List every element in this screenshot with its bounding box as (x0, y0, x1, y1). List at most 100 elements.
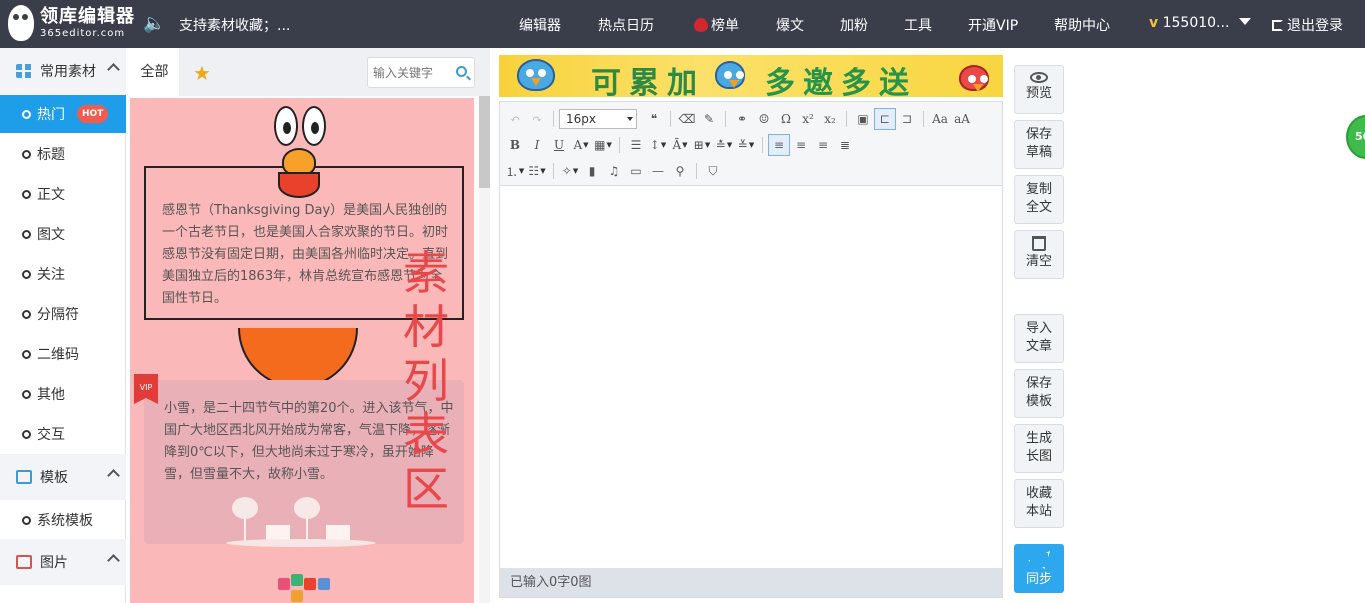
font-upper-icon[interactable]: Aa (929, 108, 951, 130)
editor-content-area[interactable] (500, 186, 1002, 568)
undo-icon[interactable]: ↶ (504, 108, 526, 130)
nav-help-center[interactable]: 帮助中心 (1054, 15, 1110, 35)
swatch-blue[interactable] (318, 578, 330, 590)
italic-icon[interactable]: I (526, 134, 548, 156)
nav-ranking[interactable]: 榜单 (694, 15, 739, 35)
toolbar-divider (670, 111, 671, 127)
nav-viral-articles[interactable]: 爆文 (776, 15, 804, 35)
sidebar-item-qrcode[interactable]: 二维码 (0, 335, 126, 373)
font-size-select[interactable]: 16px (559, 109, 637, 129)
banner-text-invite-more: 多邀多送 (765, 66, 917, 97)
import-article-button[interactable]: 导入文章 (1014, 314, 1064, 363)
image-icon[interactable]: ▭ (625, 160, 647, 182)
search-icon[interactable] (456, 66, 467, 77)
circle-icon (22, 149, 31, 159)
sidebar-item-other[interactable]: 其他 (0, 375, 126, 413)
save-template-button[interactable]: 保存模板 (1014, 369, 1064, 418)
format-brush-icon[interactable]: ✎ (698, 108, 720, 130)
music-icon[interactable]: ♫ (603, 160, 625, 182)
search-input[interactable] (368, 58, 448, 87)
sync-button[interactable]: 同步 (1014, 544, 1064, 593)
tab-all[interactable]: 全部 (130, 48, 179, 96)
sidebar-item-system-templates[interactable]: 系统模板 (0, 501, 126, 539)
star-icon[interactable]: ★ (193, 61, 211, 85)
category-images[interactable]: 图片 (0, 539, 126, 585)
swatch-green[interactable] (291, 574, 303, 586)
paragraph-spacing-icon[interactable]: ↕ ▼ (647, 134, 669, 156)
copy-all-button[interactable]: 复制全文 (1014, 175, 1064, 224)
swatch-red[interactable] (304, 578, 316, 590)
redo-icon[interactable]: ↷ (526, 108, 548, 130)
link-icon[interactable]: ⚭ (731, 108, 753, 130)
align-right-icon[interactable]: ≡ (812, 134, 834, 156)
material-scrollbar[interactable] (479, 96, 490, 603)
save-draft-button[interactable]: 保存草稿 (1014, 120, 1064, 169)
magic-wand-icon[interactable]: ✧ ▼ (559, 160, 581, 182)
nav-hot-calendar[interactable]: 热点日历 (598, 15, 654, 35)
font-color-icon[interactable]: A ▼ (570, 134, 592, 156)
logo[interactable]: 领库编辑器 365editor.com (8, 5, 135, 41)
category-common-materials[interactable]: 常用素材 (0, 48, 126, 94)
indent-right-icon[interactable]: ⊐ (896, 108, 918, 130)
sidebar-item-label: 二维码 (37, 347, 79, 363)
generate-long-image-button[interactable]: 生成长图 (1014, 424, 1064, 473)
sidebar-item-image-text[interactable]: 图文 (0, 215, 126, 253)
superscript-icon[interactable]: x² (797, 108, 819, 130)
nav-tools[interactable]: 工具 (904, 15, 932, 35)
swatch-orange[interactable] (291, 590, 303, 602)
floating-badge[interactable]: 56 (1346, 115, 1365, 159)
subscript-icon[interactable]: x₂ (819, 108, 841, 130)
blockquote-icon[interactable]: ❝ (643, 108, 665, 130)
emoji-icon[interactable]: ☺ (753, 108, 775, 130)
sidebar-item-title[interactable]: 标题 (0, 135, 126, 173)
spacing-after-icon[interactable]: ≚ ▼ (735, 134, 757, 156)
line-height-icon[interactable]: ☰ (625, 134, 647, 156)
background-color-icon[interactable]: ▦ ▼ (592, 134, 614, 156)
eraser-icon[interactable]: ⌫ (676, 108, 698, 130)
swatch-pink[interactable] (278, 578, 290, 590)
spacing-before-icon[interactable]: ≛ ▼ (713, 134, 735, 156)
align-center-icon[interactable]: ≡ (790, 134, 812, 156)
indent-left-icon[interactable]: ⊏ (874, 108, 896, 130)
font-lower-icon[interactable]: aA (951, 108, 973, 130)
bold-icon[interactable]: B (504, 134, 526, 156)
user-menu[interactable]: v 155010... (1149, 15, 1252, 31)
material-panel: 全部 ★ 感恩节（Thanksgiving Day）是美国人民独创的一个古老节日… (130, 48, 490, 603)
promo-banner[interactable]: 可累加 多邀多送 (499, 55, 1003, 97)
clear-button[interactable]: 清空 (1014, 230, 1064, 279)
bookmark-site-button[interactable]: 收藏本站 (1014, 479, 1064, 528)
toolbar-divider (725, 111, 726, 127)
letter-spacing-icon[interactable]: Ā ▼ (669, 134, 691, 156)
announcement-text[interactable]: 支持素材收藏；... (179, 15, 290, 35)
paste-icon[interactable]: ▣ (852, 108, 874, 130)
bookmark-site-label: 收藏本站 (1025, 486, 1052, 519)
video-icon[interactable]: ▮ (581, 160, 603, 182)
html-source-icon[interactable]: ⛉ (702, 160, 724, 182)
preview-button[interactable]: 预览 (1014, 65, 1064, 114)
sidebar-item-interaction[interactable]: 交互 (0, 415, 126, 453)
scrollbar-thumb[interactable] (479, 96, 490, 188)
find-replace-icon[interactable]: ⚲ (669, 160, 691, 182)
sidebar-item-divider[interactable]: 分隔符 (0, 295, 126, 333)
vip-level-icon: v (1149, 15, 1159, 31)
sidebar-item-body[interactable]: 正文 (0, 175, 126, 213)
circle-icon (22, 515, 31, 525)
nav-editor[interactable]: 编辑器 (519, 15, 561, 35)
category-templates[interactable]: 模板 (0, 454, 126, 500)
horizontal-rule-icon[interactable]: — (647, 160, 669, 182)
border-icon[interactable]: ⊞ ▼ (691, 134, 713, 156)
logout-button[interactable]: 退出登录 (1272, 15, 1343, 35)
align-left-icon[interactable]: ≡ (768, 134, 790, 156)
underline-icon[interactable]: U (548, 134, 570, 156)
special-char-icon[interactable]: Ω (775, 108, 797, 130)
logo-url: 365editor.com (40, 27, 126, 39)
align-justify-icon[interactable]: ≣ (834, 134, 856, 156)
sidebar-item-hot[interactable]: 热门 HOT (0, 95, 126, 133)
nav-open-vip[interactable]: 开通VIP (968, 15, 1018, 35)
tree-shape (232, 497, 258, 543)
sidebar-item-follow[interactable]: 关注 (0, 255, 126, 293)
ordered-list-icon[interactable]: ⒈ ▼ (504, 160, 526, 182)
unordered-list-icon[interactable]: ☷ ▼ (526, 160, 548, 182)
nav-gain-fans[interactable]: 加粉 (840, 15, 868, 35)
toolbar-divider (846, 111, 847, 127)
